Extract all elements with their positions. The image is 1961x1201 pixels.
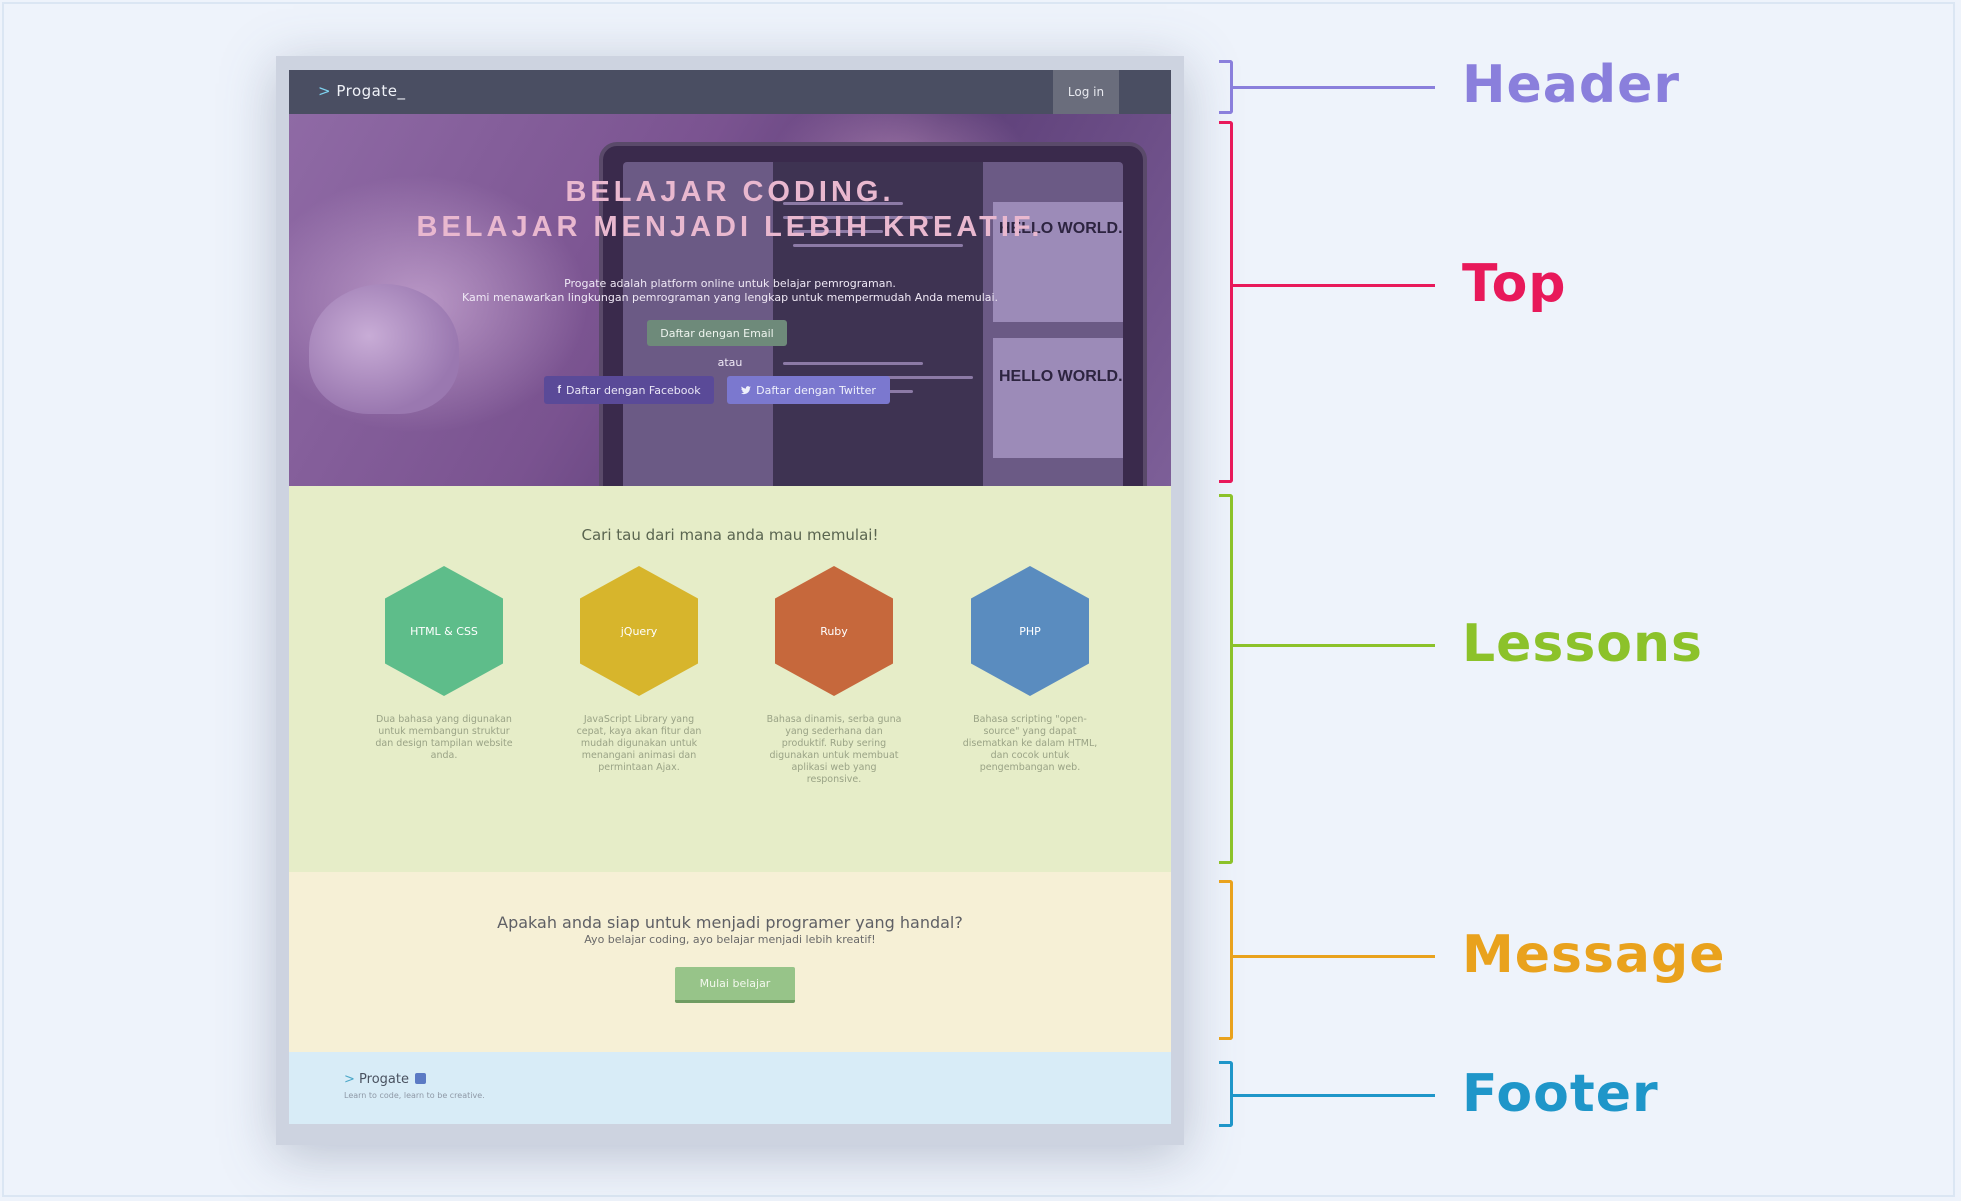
progate-logo[interactable]: > Progate_	[318, 82, 405, 100]
top-connector-line	[1233, 284, 1435, 287]
header-label: Header	[1462, 55, 1681, 115]
lesson-hexagon[interactable]: PHP	[971, 566, 1089, 696]
message-label: Message	[1462, 925, 1726, 985]
lesson-card-php[interactable]: PHP Bahasa scripting "open-source" yang …	[950, 566, 1110, 774]
hero-title-line1: BELAJAR CODING.	[565, 176, 895, 208]
lesson-description: Bahasa dinamis, serba guna yang sederhan…	[766, 714, 902, 785]
lessons-label: Lessons	[1462, 614, 1703, 674]
twitter-button-label: Daftar dengan Twitter	[756, 383, 876, 397]
lesson-hexagon[interactable]: HTML & CSS	[385, 566, 503, 696]
footer-logo-text: Progate	[359, 1072, 409, 1087]
lesson-card-ruby[interactable]: Ruby Bahasa dinamis, serba guna yang sed…	[754, 566, 914, 786]
footer-tagline: Learn to code, learn to be creative.	[344, 1091, 485, 1100]
header-connector-line	[1233, 86, 1435, 89]
start-learning-button[interactable]: Mulai belajar	[675, 967, 795, 1003]
lessons-bracket	[1219, 494, 1233, 864]
footer-bracket	[1219, 1061, 1233, 1127]
hero-subtitle-line1: Progate adalah platform online untuk bel…	[564, 277, 896, 290]
hero-subtitle-line2: Kami menawarkan lingkungan pemrograman y…	[461, 291, 999, 304]
lessons-connector-line	[1233, 644, 1435, 647]
lesson-description: Bahasa scripting "open-source" yang dapa…	[962, 714, 1098, 773]
mascot-icon	[415, 1073, 427, 1084]
footer-logo-chevron-icon: >	[344, 1072, 355, 1087]
screen-hello-world: HELLO WORLD.	[999, 368, 1123, 385]
message-bracket	[1219, 880, 1233, 1040]
hero-title-line2: BELAJAR MENJADI LEBIH KREATIF.	[416, 211, 1044, 243]
message-subtitle: Ayo belajar coding, ayo belajar menjadi …	[584, 933, 876, 946]
lesson-hexagon[interactable]: jQuery	[580, 566, 698, 696]
facebook-button-label: Daftar dengan Facebook	[566, 383, 701, 397]
lesson-card-html-css[interactable]: HTML & CSS Dua bahasa yang digunakan unt…	[364, 566, 524, 762]
lessons-title: Cari tau dari mana anda mau memulai!	[581, 526, 879, 544]
footer-label: Footer	[1462, 1064, 1659, 1124]
lesson-description: JavaScript Library yang cepat, kaya akan…	[576, 714, 702, 773]
signup-email-button[interactable]: Daftar dengan Email	[647, 320, 787, 346]
top-label: Top	[1462, 254, 1567, 314]
message-title: Apakah anda siap untuk menjadi programer…	[497, 913, 963, 932]
page-mockup: > Progate_ Log in HELLO WORLD. HELLO WOR…	[289, 70, 1171, 1124]
lessons-section: Cari tau dari mana anda mau memulai! HTM…	[289, 486, 1171, 872]
logo-chevron-icon: >	[318, 82, 332, 100]
message-section: Apakah anda siap untuk menjadi programer…	[289, 872, 1171, 1052]
signup-facebook-button[interactable]: f Daftar dengan Facebook	[544, 376, 714, 404]
header-section: > Progate_ Log in	[289, 70, 1171, 114]
footer-logo[interactable]: > Progate	[344, 1072, 427, 1087]
twitter-icon	[741, 385, 752, 394]
footer-connector-line	[1233, 1094, 1435, 1097]
signup-twitter-button[interactable]: Daftar dengan Twitter	[727, 376, 890, 404]
logo-text: Progate_	[336, 82, 406, 100]
or-text: atau	[717, 356, 743, 369]
code-line	[793, 244, 963, 247]
facebook-icon: f	[557, 384, 562, 396]
login-button[interactable]: Log in	[1053, 70, 1119, 114]
lesson-description: Dua bahasa yang digunakan untuk membangu…	[375, 714, 513, 761]
footer-section: > Progate Learn to code, learn to be cre…	[289, 1052, 1171, 1124]
header-bracket	[1219, 60, 1233, 114]
message-connector-line	[1233, 955, 1435, 958]
lesson-hexagon[interactable]: Ruby	[775, 566, 893, 696]
top-bracket	[1219, 121, 1233, 483]
top-section: HELLO WORLD. HELLO WORLD. BELAJAR CODING…	[289, 114, 1171, 486]
lesson-card-jquery[interactable]: jQuery JavaScript Library yang cepat, ka…	[559, 566, 719, 774]
